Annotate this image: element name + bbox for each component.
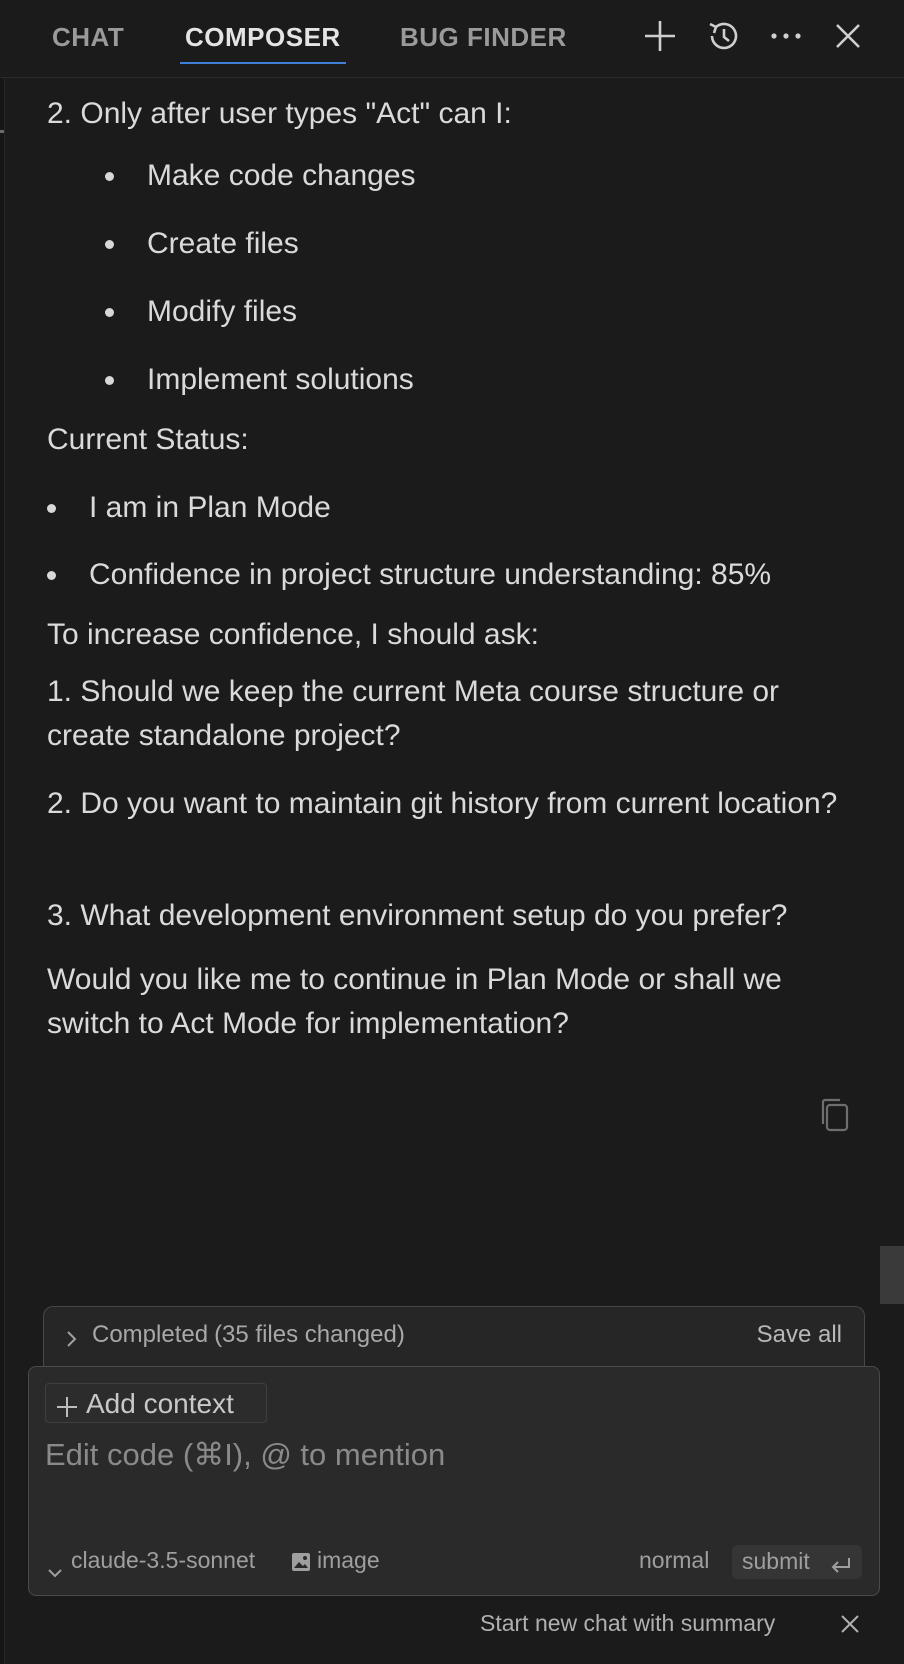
tab-chat[interactable]: CHAT: [52, 22, 124, 53]
closing-question: Would you like me to continue in Plan Mo…: [47, 963, 782, 1040]
completed-label: Completed: [92, 1321, 209, 1348]
assistant-message: 2. Only after user types "Act" can I: Ma…: [47, 92, 867, 1046]
gutter-marker: [0, 130, 4, 133]
composer-input-box: Add context claude-3.5-sonnet image norm…: [28, 1366, 880, 1596]
tab-bug-finder[interactable]: BUG FINDER: [400, 22, 567, 53]
chevron-down-icon: [47, 1557, 63, 1584]
history-icon[interactable]: [704, 16, 744, 56]
chevron-right-icon[interactable]: [66, 1327, 78, 1355]
mode-selector[interactable]: normal: [639, 1547, 709, 1574]
active-tab-indicator: [180, 62, 346, 64]
scrollbar-thumb[interactable]: [880, 1246, 904, 1304]
list-item: I am in Plan Mode: [47, 474, 867, 541]
save-all-button[interactable]: Save all: [757, 1321, 842, 1349]
files-changed-count: (35 files changed): [214, 1321, 405, 1348]
submit-label: submit: [742, 1548, 810, 1574]
list-item: Modify files: [47, 278, 867, 346]
composer-input[interactable]: [43, 1435, 863, 1515]
close-icon[interactable]: [836, 1610, 864, 1638]
start-new-chat-with-summary-link[interactable]: Start new chat with summary: [480, 1610, 775, 1637]
submit-button[interactable]: submit: [732, 1545, 862, 1579]
step-list: Make code changes Create files Modify fi…: [47, 142, 867, 414]
list-item: Implement solutions: [47, 346, 867, 414]
question-item: 1. Should we keep the current Meta cours…: [47, 675, 780, 752]
add-context-button[interactable]: Add context: [45, 1383, 267, 1423]
plus-icon: [56, 1393, 78, 1425]
composer-panel: CHAT COMPOSER BUG FINDER 2. Only after u…: [0, 0, 904, 1664]
left-gutter: [0, 78, 5, 1664]
more-icon[interactable]: [766, 16, 806, 56]
ask-heading: To increase confidence, I should ask:: [47, 618, 539, 651]
status-list: I am in Plan Mode Confidence in project …: [47, 474, 867, 608]
question-item: 3. What development environment setup do…: [47, 899, 788, 932]
return-icon: [830, 1554, 852, 1581]
copy-icon[interactable]: [818, 1096, 852, 1134]
list-item: Confidence in project structure understa…: [47, 541, 867, 608]
status-heading: Current Status:: [47, 423, 249, 456]
image-label: image: [317, 1547, 380, 1573]
close-icon[interactable]: [828, 16, 868, 56]
panel-header: CHAT COMPOSER BUG FINDER: [0, 0, 904, 78]
tab-composer[interactable]: COMPOSER: [185, 22, 341, 53]
list-item: Make code changes: [47, 142, 867, 210]
list-item: Create files: [47, 210, 867, 278]
plus-icon[interactable]: [640, 16, 680, 56]
question-item: 2. Do you want to maintain git history f…: [47, 787, 838, 820]
step-heading: 2. Only after user types "Act" can I:: [47, 97, 512, 130]
model-name: claude-3.5-sonnet: [71, 1547, 256, 1573]
completed-status[interactable]: Completed (35 files changed): [92, 1321, 405, 1349]
completed-changes-bar: Completed (35 files changed) Save all: [43, 1306, 865, 1366]
image-icon: [291, 1551, 311, 1578]
add-context-label: Add context: [86, 1388, 234, 1419]
